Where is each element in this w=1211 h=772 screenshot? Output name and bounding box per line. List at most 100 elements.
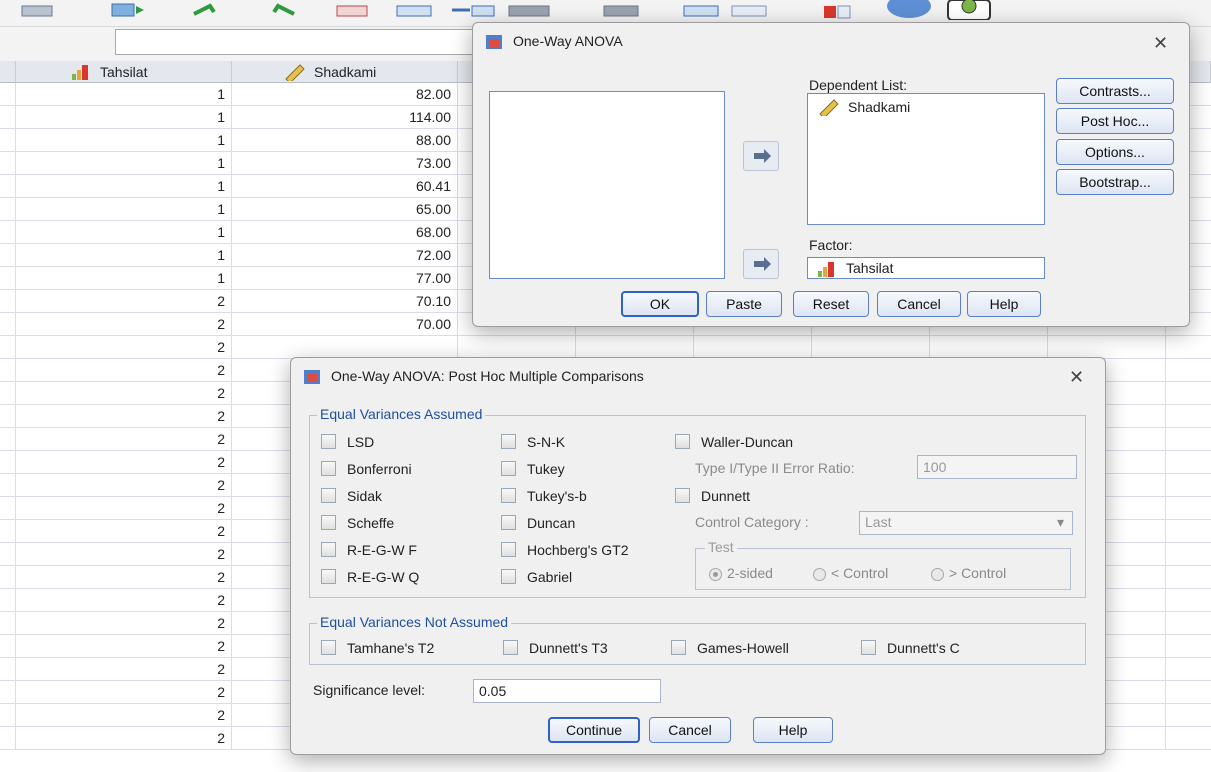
checkbox-box[interactable]: [321, 569, 336, 584]
row-header-cell[interactable]: [0, 727, 16, 750]
tahsilat-cell[interactable]: 1: [16, 83, 232, 106]
post-hoc-button[interactable]: Post Hoc...: [1056, 108, 1174, 134]
goto-variable-icon[interactable]: [393, 0, 437, 20]
row-header-cell[interactable]: [0, 244, 16, 267]
row-header-cell[interactable]: [0, 106, 16, 129]
close-icon[interactable]: ✕: [1069, 367, 1084, 387]
cancel-button[interactable]: Cancel: [649, 717, 731, 743]
import-data-icon[interactable]: [108, 0, 148, 20]
tahsilat-cell[interactable]: 2: [16, 520, 232, 543]
row-header-cell[interactable]: [0, 175, 16, 198]
undo-icon[interactable]: [190, 0, 220, 20]
checkbox-box[interactable]: [321, 542, 336, 557]
checkbox-box[interactable]: [501, 515, 516, 530]
empty-cell[interactable]: [1166, 681, 1211, 704]
shadkami-cell[interactable]: [232, 336, 458, 359]
empty-cell[interactable]: [1166, 543, 1211, 566]
checkbox-box[interactable]: [321, 515, 336, 530]
checkbox-box[interactable]: [675, 488, 690, 503]
checkbox-box[interactable]: [321, 461, 336, 476]
split-file-icon[interactable]: [600, 0, 644, 20]
empty-cell[interactable]: [1166, 727, 1211, 750]
empty-cell[interactable]: [1166, 520, 1211, 543]
row-header-cell[interactable]: [0, 543, 16, 566]
redo-icon[interactable]: [268, 0, 298, 20]
empty-cell[interactable]: [1166, 451, 1211, 474]
continue-button[interactable]: Continue: [548, 717, 640, 743]
help-button[interactable]: Help: [753, 717, 833, 743]
shadkami-cell[interactable]: 70.00: [232, 313, 458, 336]
row-header-cell[interactable]: [0, 198, 16, 221]
add-icon[interactable]: [946, 0, 996, 20]
row-header-cell[interactable]: [0, 405, 16, 428]
move-to-dependent-button[interactable]: [743, 141, 779, 171]
row-header-cell[interactable]: [0, 290, 16, 313]
empty-cell[interactable]: [1166, 658, 1211, 681]
tahsilat-cell[interactable]: 2: [16, 543, 232, 566]
shadkami-cell[interactable]: 70.10: [232, 290, 458, 313]
two-sided-radio[interactable]: [709, 568, 722, 581]
tahsilat-cell[interactable]: 1: [16, 152, 232, 175]
tahsilat-cell[interactable]: 2: [16, 451, 232, 474]
tahsilat-cell[interactable]: 2: [16, 681, 232, 704]
shadkami-cell[interactable]: 73.00: [232, 152, 458, 175]
row-header-cell[interactable]: [0, 382, 16, 405]
contrasts-button[interactable]: Contrasts...: [1056, 78, 1174, 104]
tahsilat-cell[interactable]: 1: [16, 198, 232, 221]
paste-button[interactable]: Paste: [706, 291, 782, 317]
row-header-cell[interactable]: [0, 704, 16, 727]
type-ratio-field[interactable]: [917, 455, 1077, 479]
tahsilat-cell[interactable]: 2: [16, 359, 232, 382]
cell-editor-input[interactable]: [115, 29, 475, 55]
tahsilat-cell[interactable]: 2: [16, 428, 232, 451]
greater-than-control-radio[interactable]: [931, 568, 944, 581]
row-header-cell[interactable]: [0, 267, 16, 290]
tahsilat-cell[interactable]: 2: [16, 290, 232, 313]
find-icon[interactable]: [505, 0, 553, 20]
row-header-cell[interactable]: [0, 497, 16, 520]
use-sets-icon[interactable]: [884, 0, 934, 20]
ok-button[interactable]: OK: [621, 291, 699, 317]
help-button[interactable]: Help: [967, 291, 1041, 317]
tahsilat-cell[interactable]: 2: [16, 566, 232, 589]
row-header-cell[interactable]: [0, 635, 16, 658]
weight-cases-icon[interactable]: [728, 0, 772, 20]
checkbox-box[interactable]: [321, 434, 336, 449]
options-button[interactable]: Options...: [1056, 139, 1174, 165]
checkbox-box[interactable]: [675, 434, 690, 449]
row-header-cell[interactable]: [0, 152, 16, 175]
empty-cell[interactable]: [1166, 474, 1211, 497]
move-to-factor-button[interactable]: [743, 249, 779, 279]
row-header-cell[interactable]: [0, 451, 16, 474]
tahsilat-cell[interactable]: 2: [16, 658, 232, 681]
row-header-cell[interactable]: [0, 221, 16, 244]
cancel-button[interactable]: Cancel: [877, 291, 961, 317]
variables-icon[interactable]: [450, 0, 498, 20]
row-header-cell[interactable]: [0, 359, 16, 382]
checkbox-box[interactable]: [501, 434, 516, 449]
shadkami-cell[interactable]: 114.00: [232, 106, 458, 129]
empty-cell[interactable]: [1166, 589, 1211, 612]
tahsilat-cell[interactable]: 2: [16, 589, 232, 612]
empty-cell[interactable]: [1166, 635, 1211, 658]
tahsilat-cell[interactable]: 2: [16, 313, 232, 336]
checkbox-box[interactable]: [501, 569, 516, 584]
empty-cell[interactable]: [1166, 336, 1211, 359]
less-than-control-radio[interactable]: [813, 568, 826, 581]
row-header-cell[interactable]: [0, 83, 16, 106]
tahsilat-cell[interactable]: 1: [16, 175, 232, 198]
empty-cell[interactable]: [1166, 405, 1211, 428]
tahsilat-cell[interactable]: 1: [16, 129, 232, 152]
empty-cell[interactable]: [1166, 359, 1211, 382]
select-cases-icon[interactable]: [680, 0, 724, 20]
shadkami-cell[interactable]: 60.41: [232, 175, 458, 198]
print-icon[interactable]: [18, 0, 58, 20]
row-header-cell[interactable]: [0, 313, 16, 336]
row-header-cell[interactable]: [0, 566, 16, 589]
tahsilat-cell[interactable]: 2: [16, 382, 232, 405]
empty-cell[interactable]: [1166, 704, 1211, 727]
tahsilat-cell[interactable]: 2: [16, 727, 232, 750]
shadkami-cell[interactable]: 88.00: [232, 129, 458, 152]
tahsilat-cell[interactable]: 2: [16, 405, 232, 428]
row-header-cell[interactable]: [0, 129, 16, 152]
